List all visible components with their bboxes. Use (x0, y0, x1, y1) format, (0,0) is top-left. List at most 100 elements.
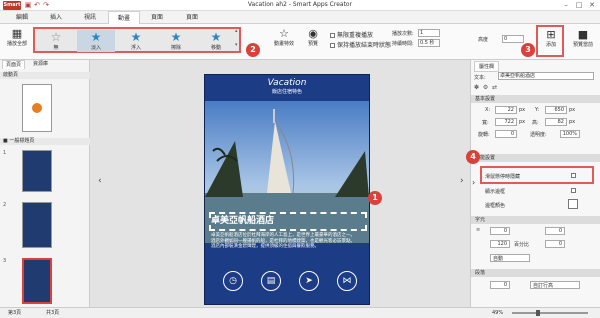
add-icon: ⊞ (546, 28, 556, 41)
text-label: 文本: (474, 75, 486, 81)
y-input[interactable]: 650 (545, 106, 567, 114)
zoom-slider[interactable] (512, 312, 588, 314)
star-outline-icon: ☆ (50, 30, 62, 44)
tab-properties[interactable]: 屬性欄 (474, 61, 500, 72)
gallery-scroll-up-icon[interactable]: ▴ (235, 28, 238, 34)
gear-icon[interactable]: ⚙ (483, 84, 488, 91)
effect-fade-in[interactable]: ★ 淡入 (77, 30, 115, 52)
prev-page-icon[interactable]: ‹ (98, 176, 102, 186)
star-icon: ★ (170, 30, 182, 44)
play-all-icon: ▦ (11, 27, 23, 40)
effect-label: 擦除 (170, 45, 181, 51)
desc-line: 酒店內部裝潢金碧輝煌，提供頂級的住宿與餐飲服務。 (211, 244, 319, 249)
unit: px (569, 119, 576, 125)
preview-current-icon: ■ (577, 28, 589, 41)
indent-icon[interactable]: ≡ (476, 227, 480, 233)
add-button[interactable]: ⊞ 添加 (540, 28, 562, 48)
repeat-input[interactable]: 1 (418, 29, 440, 37)
spacing-input-2[interactable]: 0 (545, 227, 565, 235)
text-input[interactable]: 卓美亞帆船酒店 (498, 72, 594, 80)
height-input[interactable]: 0 (502, 35, 524, 43)
height-label: 高度 (478, 37, 489, 43)
loop-checkbox[interactable] (330, 33, 335, 38)
x-input[interactable]: 22 (495, 106, 517, 114)
h-input[interactable]: 82 (545, 118, 567, 126)
preview-button[interactable]: ◉ 預覽 (302, 27, 324, 47)
show-border-checkbox[interactable] (571, 188, 576, 193)
page-number: 1 (3, 150, 7, 156)
property-toolbar: ✽ ⚙ ⇄ (474, 84, 594, 92)
effect-float-in[interactable]: ★ 浮入 (117, 30, 155, 52)
hide-on-hover-label: 滑鼠懸停時隱藏 (485, 174, 521, 180)
effect-move[interactable]: ★ 移動 (197, 30, 235, 52)
w-input[interactable]: 722 (495, 118, 517, 126)
effect-label: 移動 (210, 45, 221, 51)
text-section[interactable]: 字元 (471, 216, 600, 224)
font-unit[interactable]: 百分比 (514, 241, 529, 248)
tab-library[interactable]: 資源庫 (30, 60, 51, 69)
settings-icon[interactable]: ✽ (474, 84, 479, 91)
gallery-scroll-down-icon[interactable]: ▾ (235, 42, 238, 48)
duration-input[interactable]: 0.5 秒 (418, 39, 440, 47)
document-icon[interactable]: ▤ (261, 271, 281, 291)
play-all-button[interactable]: ▦ 播放全部 (4, 27, 30, 47)
page-thumb-2[interactable] (22, 202, 52, 248)
line-spacing-select[interactable]: 自訂行高 (530, 281, 580, 289)
function-section[interactable]: 功能設置 (471, 154, 600, 162)
tab-pages[interactable]: 頁面頁 (2, 60, 26, 69)
title-page-section: ■ 一般標題頁 (0, 138, 90, 145)
close-icon[interactable]: ✕ (586, 0, 598, 10)
phone-preview: Vacation 飯店住宿特色 卓美亞帆船酒店 卓美亞帆船酒店位於杜拜海岸的人工… (204, 74, 370, 305)
launch-page-thumb[interactable] (22, 84, 52, 132)
opacity-label: 透明度: (530, 132, 547, 138)
align-select[interactable]: 自動 (490, 254, 530, 262)
clock-icon[interactable]: ◷ (223, 271, 243, 291)
keep-end-checkbox[interactable] (330, 43, 335, 48)
total-pages: 共3頁 (46, 310, 60, 316)
next-page-icon[interactable]: › (460, 176, 464, 186)
font-size-input[interactable]: 120 (490, 240, 510, 248)
preview-icon: ◉ (308, 27, 318, 40)
callout-badge-1: 1 (368, 191, 382, 205)
unit: px (569, 107, 576, 113)
tab-page[interactable]: 頁面 (143, 11, 171, 24)
send-icon[interactable]: ➤ (299, 271, 319, 291)
border-color-swatch[interactable] (568, 199, 578, 209)
maximize-icon[interactable]: □ (573, 0, 585, 10)
effect-wipe[interactable]: ★ 擦除 (157, 30, 195, 52)
keep-end-option[interactable]: 保持播放結束時狀態 (330, 40, 391, 49)
tab-video[interactable]: 視訊 (76, 11, 104, 24)
tab-animation[interactable]: 動畫 (108, 11, 140, 24)
paragraph-section[interactable]: 段落 (471, 269, 600, 277)
unit: px (519, 107, 526, 113)
collapse-panel-icon[interactable]: › (472, 178, 475, 187)
opacity-select[interactable]: 100% (560, 130, 580, 138)
preview-current-button[interactable]: ■ 預覽當前 (570, 28, 596, 48)
tab-page-2[interactable]: 頁面 (178, 11, 206, 24)
effect-none[interactable]: ☆ 無 (37, 30, 75, 52)
tab-edit[interactable]: 編輯 (8, 11, 36, 24)
link-icon[interactable]: ⇄ (492, 84, 497, 91)
phone-header: Vacation 飯店住宿特色 (205, 75, 369, 101)
zoom-slider-handle[interactable] (536, 310, 540, 316)
spacing-input[interactable]: 0 (490, 227, 510, 235)
text-style-row: ≡ (476, 227, 480, 233)
hide-on-hover-checkbox[interactable] (571, 173, 576, 178)
tab-insert[interactable]: 插入 (42, 11, 70, 24)
basic-section[interactable]: 基本設置 (471, 95, 600, 103)
header-title: Vacation (267, 78, 307, 88)
w-label: 寬: (482, 120, 489, 126)
paragraph-input[interactable]: 0 (490, 281, 510, 289)
share-icon[interactable]: ⋈ (337, 271, 357, 291)
loop-label: 無限重複播放 (337, 32, 374, 39)
star-icon: ★ (210, 30, 222, 44)
minimize-icon[interactable]: – (560, 0, 572, 10)
rotation-input[interactable]: 0 (495, 130, 517, 138)
page-thumb-3[interactable] (22, 258, 52, 304)
hotel-name[interactable]: 卓美亞帆船酒店 (211, 213, 274, 226)
spacing-input-3[interactable]: 0 (545, 240, 565, 248)
effect-options-button[interactable]: ☆ 動畫特效 (270, 27, 298, 47)
page-thumb-1[interactable] (22, 150, 52, 192)
loop-option[interactable]: 無限重複播放 (330, 30, 373, 39)
h-label: 高: (532, 120, 539, 126)
